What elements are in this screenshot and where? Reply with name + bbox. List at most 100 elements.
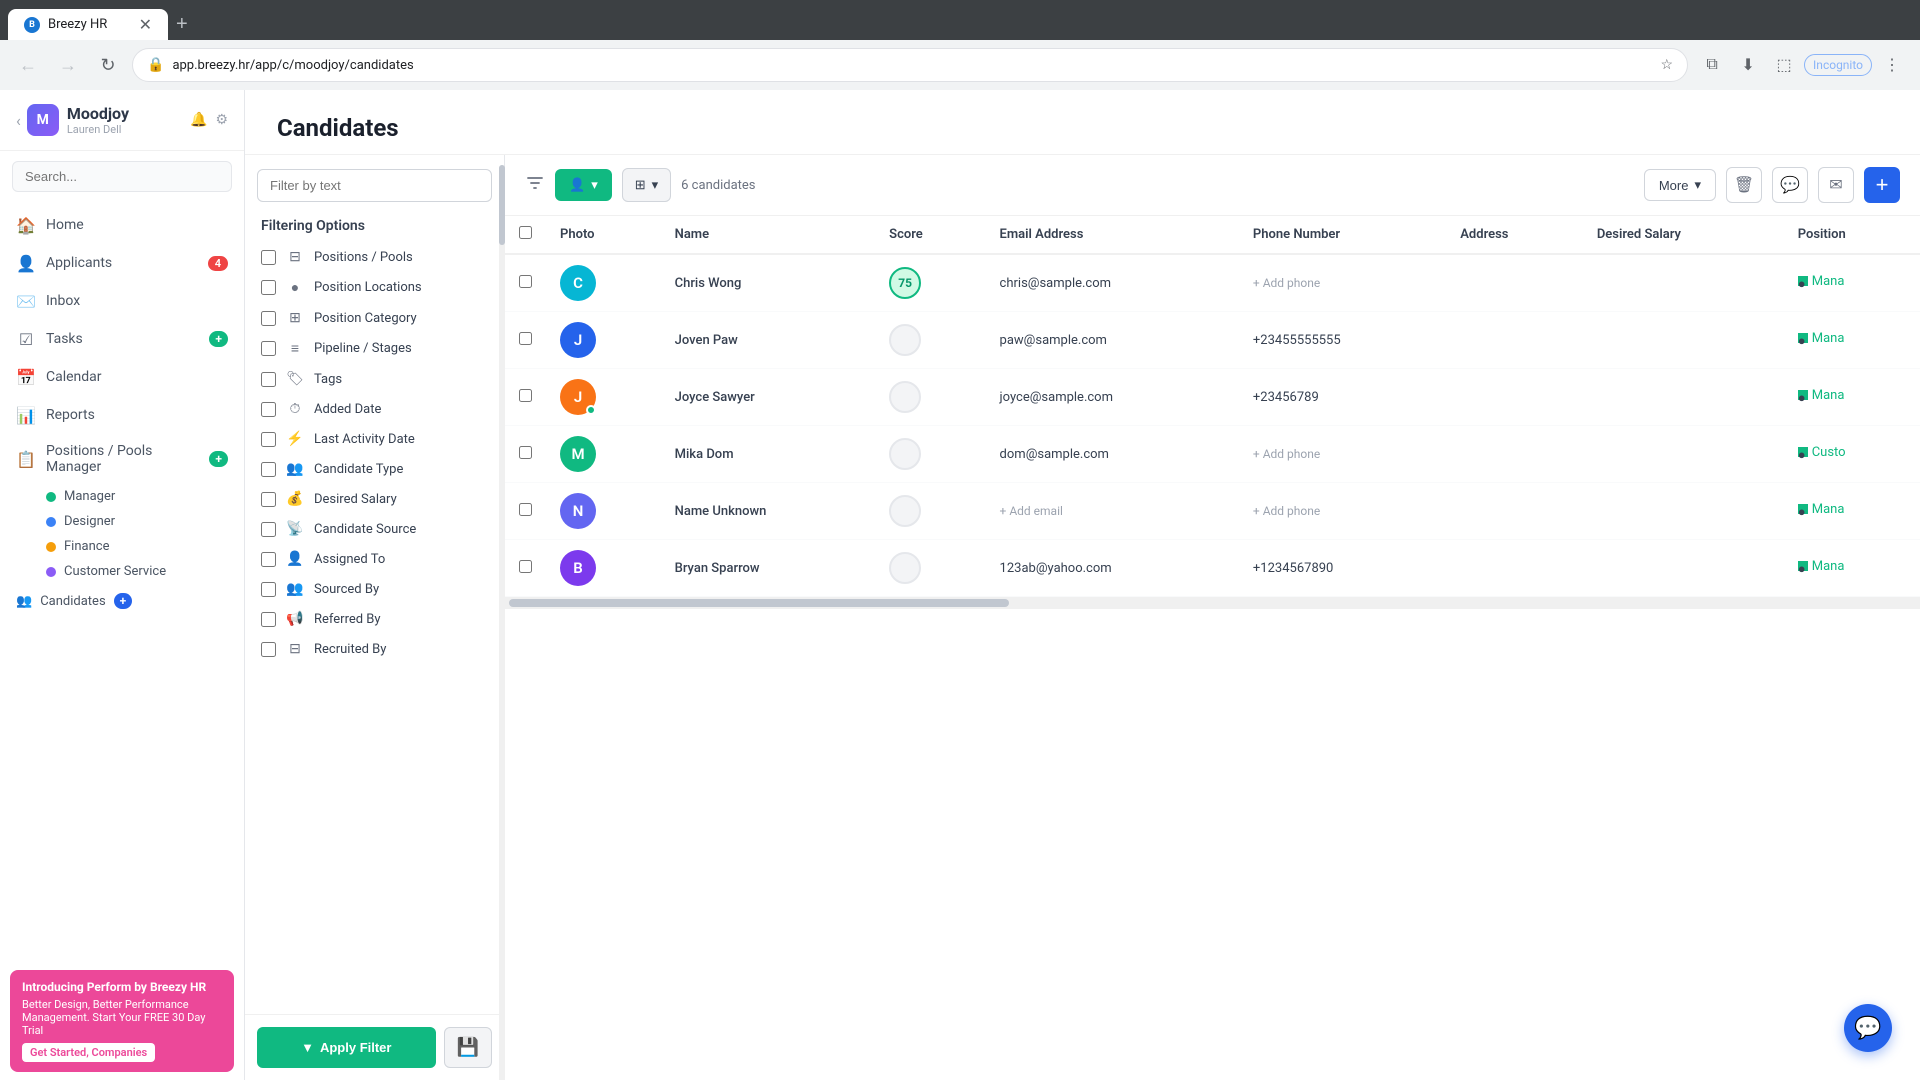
email-cell[interactable]: 123ab@yahoo.com [986, 540, 1239, 597]
filter-cb-last-activity[interactable] [261, 432, 276, 447]
filter-cb-positions[interactable] [261, 250, 276, 265]
filter-option-last-activity[interactable]: ⚡ Last Activity Date [257, 424, 492, 454]
filter-option-added-date[interactable]: ⏱ Added Date [257, 394, 492, 424]
header-email[interactable]: Email Address [986, 216, 1239, 254]
sidebar-item-applicants[interactable]: 👤 Applicants 4 [0, 244, 244, 282]
row-checkbox[interactable] [519, 332, 532, 345]
filter-option-sourced-by[interactable]: 👥 Sourced By [257, 574, 492, 604]
filter-option-category[interactable]: ⊞ Position Category [257, 303, 492, 333]
toolbar-filter-icon-btn[interactable] [525, 173, 545, 198]
email-cell[interactable]: joyce@sample.com [986, 369, 1239, 426]
filter-option-recruited-by[interactable]: ⊟ Recruited By [257, 634, 492, 664]
filter-option-candidate-source[interactable]: 📡 Candidate Source [257, 514, 492, 544]
filter-cb-tags[interactable] [261, 372, 276, 387]
name-cell[interactable]: Joven Paw [661, 312, 876, 369]
sidebar-item-tasks[interactable]: ☑ Tasks + [0, 320, 244, 358]
filter-scrollbar[interactable] [499, 155, 505, 1080]
sidebar-item-candidates[interactable]: 👥 Candidates + [0, 584, 244, 618]
filter-cb-candidate-type[interactable] [261, 462, 276, 477]
name-cell[interactable]: Chris Wong [661, 254, 876, 312]
name-cell[interactable]: Name Unknown [661, 483, 876, 540]
horizontal-scrollbar[interactable] [505, 597, 1920, 609]
filter-option-candidate-type[interactable]: 👥 Candidate Type [257, 454, 492, 484]
tab-close-btn[interactable]: ✕ [139, 15, 152, 34]
filter-option-pipeline[interactable]: ≡ Pipeline / Stages [257, 333, 492, 364]
add-phone-link[interactable]: + Add phone [1253, 276, 1320, 290]
select-all-checkbox[interactable] [519, 226, 532, 239]
sidebar-sub-designer[interactable]: Designer [46, 509, 244, 534]
phone-cell[interactable]: + Add phone [1239, 426, 1446, 483]
phone-cell[interactable]: +23456789 [1239, 369, 1446, 426]
star-icon[interactable]: ☆ [1660, 57, 1673, 73]
forward-btn[interactable]: → [52, 49, 84, 81]
row-checkbox[interactable] [519, 560, 532, 573]
sidebar-search-input[interactable] [12, 161, 232, 192]
address-bar[interactable]: 🔒 app.breezy.hr/app/c/moodjoy/candidates… [132, 48, 1688, 82]
sidebar-collapse-btn[interactable]: ‹ [16, 111, 21, 130]
sidebar-item-calendar[interactable]: 📅 Calendar [0, 358, 244, 396]
header-salary[interactable]: Desired Salary [1583, 216, 1784, 254]
filter-option-desired-salary[interactable]: 💰 Desired Salary [257, 484, 492, 514]
row-checkbox[interactable] [519, 446, 532, 459]
sidebar-sub-finance[interactable]: Finance [46, 534, 244, 559]
header-position[interactable]: Position [1784, 216, 1920, 254]
delete-btn[interactable]: 🗑 [1726, 167, 1762, 203]
filter-option-assigned-to[interactable]: 👤 Assigned To [257, 544, 492, 574]
email-cell[interactable]: dom@sample.com [986, 426, 1239, 483]
add-phone-link[interactable]: + Add phone [1253, 447, 1320, 461]
notification-icon[interactable]: 🔔 [190, 112, 207, 128]
header-score[interactable]: Score [875, 216, 985, 254]
active-tab[interactable]: B Breezy HR ✕ [8, 9, 168, 40]
filter-option-positions[interactable]: ⊟ Positions / Pools [257, 242, 492, 272]
phone-cell[interactable]: +23455555555 [1239, 312, 1446, 369]
filter-cb-location[interactable] [261, 280, 276, 295]
filter-text-input[interactable] [257, 169, 492, 202]
row-checkbox[interactable] [519, 503, 532, 516]
filter-cb-desired-salary[interactable] [261, 492, 276, 507]
filter-cb-pipeline[interactable] [261, 341, 276, 356]
chat-support-btn[interactable]: 💬 [1844, 1004, 1892, 1052]
sidebar-item-reports[interactable]: 📊 Reports [0, 396, 244, 434]
email-cell[interactable]: + Add email [986, 483, 1239, 540]
save-filter-btn[interactable]: 💾 [444, 1027, 492, 1068]
add-email-link[interactable]: + Add email [1000, 504, 1063, 518]
phone-cell[interactable]: + Add phone [1239, 254, 1446, 312]
email-cell[interactable]: chris@sample.com [986, 254, 1239, 312]
extensions-btn[interactable]: ⧉ [1696, 49, 1728, 81]
header-address[interactable]: Address [1446, 216, 1583, 254]
filter-cb-category[interactable] [261, 311, 276, 326]
filter-option-tags[interactable]: 🏷 Tags [257, 364, 492, 394]
new-tab-btn[interactable]: + [168, 9, 196, 40]
download-btn[interactable]: ⬇ [1732, 49, 1764, 81]
sidebar-sub-manager[interactable]: Manager [46, 484, 244, 509]
sidebar-item-positions[interactable]: 📋 Positions / Pools Manager + [0, 434, 244, 484]
apply-filter-btn[interactable]: ▼ Apply Filter [257, 1027, 436, 1068]
menu-btn[interactable]: ⋮ [1876, 49, 1908, 81]
filter-option-location[interactable]: ● Position Locations [257, 272, 492, 303]
promo-cta-btn[interactable]: Get Started, Companies [22, 1043, 155, 1062]
filter-cb-assigned-to[interactable] [261, 552, 276, 567]
name-cell[interactable]: Mika Dom [661, 426, 876, 483]
table-view-btn[interactable]: ⊞ ▾ [622, 168, 671, 202]
filter-option-referred-by[interactable]: 📢 Referred By [257, 604, 492, 634]
phone-cell[interactable]: +1234567890 [1239, 540, 1446, 597]
phone-cell[interactable]: + Add phone [1239, 483, 1446, 540]
message-btn[interactable]: 💬 [1772, 167, 1808, 203]
filter-cb-referred-by[interactable] [261, 612, 276, 627]
filter-cb-added-date[interactable] [261, 402, 276, 417]
name-cell[interactable]: Joyce Sawyer [661, 369, 876, 426]
filter-cb-candidate-source[interactable] [261, 522, 276, 537]
row-checkbox[interactable] [519, 389, 532, 402]
name-cell[interactable]: Bryan Sparrow [661, 540, 876, 597]
row-checkbox[interactable] [519, 275, 532, 288]
filter-cb-recruited-by[interactable] [261, 642, 276, 657]
settings-icon[interactable]: ⚙ [215, 112, 228, 128]
add-phone-link[interactable]: + Add phone [1253, 504, 1320, 518]
header-name[interactable]: Name [661, 216, 876, 254]
email-cell[interactable]: paw@sample.com [986, 312, 1239, 369]
sidebar-item-inbox[interactable]: ✉️ Inbox [0, 282, 244, 320]
add-candidate-btn[interactable]: + [1864, 167, 1900, 203]
more-btn[interactable]: More ▾ [1644, 169, 1716, 201]
person-view-btn[interactable]: 👤 ▾ [555, 169, 612, 201]
sidebar-item-home[interactable]: 🏠 Home [0, 206, 244, 244]
